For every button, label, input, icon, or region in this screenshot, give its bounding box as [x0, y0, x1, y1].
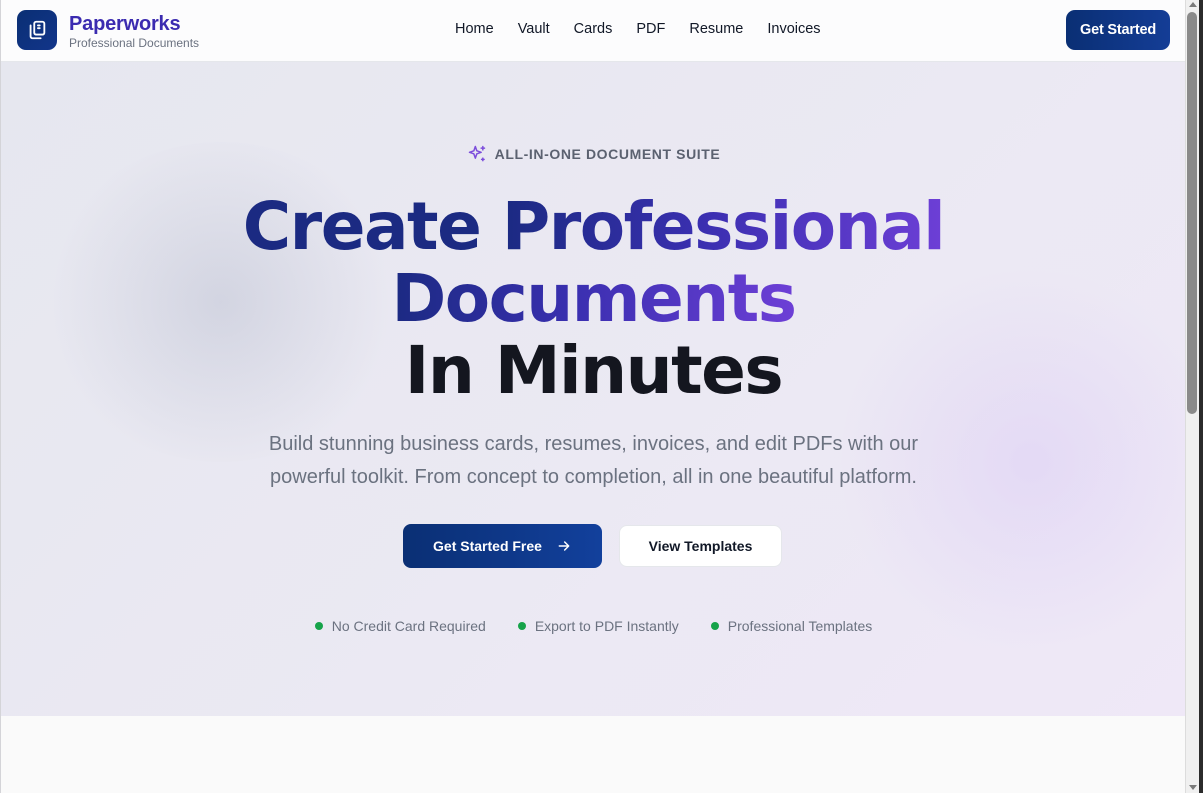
scroll-down-arrow-icon[interactable] [1189, 785, 1197, 790]
view-templates-button[interactable]: View Templates [619, 525, 782, 567]
documents-icon [29, 20, 46, 40]
hero-title-line2: Documents [1, 263, 1185, 335]
feature-list: No Credit Card Required Export to PDF In… [1, 618, 1185, 634]
logo-mark[interactable] [17, 10, 57, 50]
check-dot-icon [517, 622, 526, 630]
hero-subtitle-line2: powerful toolkit. From concept to comple… [270, 466, 917, 488]
hero-title-create: Create [242, 188, 502, 265]
nav-links: Home Vault Cards PDF Resume Invoices [455, 21, 845, 37]
feature-item: Export to PDF Instantly [517, 618, 679, 634]
nav-link-invoices[interactable]: Invoices [767, 21, 820, 37]
browser-viewport: Paperworks Professional Documents Home V… [0, 0, 1185, 793]
eyebrow-text: ALL-IN-ONE DOCUMENT SUITE [494, 146, 721, 162]
hero-title-line3: In Minutes [404, 332, 784, 409]
nav-link-pdf[interactable]: PDF [636, 21, 665, 37]
get-started-button[interactable]: Get Started [1066, 10, 1170, 50]
hero-subtitle-line1: Build stunning business cards, resumes, … [268, 433, 919, 455]
feature-item: No Credit Card Required [314, 618, 486, 634]
nav-link-vault[interactable]: Vault [518, 21, 550, 37]
feature-item: Professional Templates [710, 618, 873, 634]
check-dot-icon [710, 622, 719, 630]
nav-link-home[interactable]: Home [455, 21, 494, 37]
brand-name[interactable]: Paperworks [69, 13, 181, 36]
get-started-free-button[interactable]: Get Started Free [403, 524, 602, 568]
feature-label: Professional Templates [727, 618, 873, 634]
scrollbar-thumb[interactable] [1187, 12, 1197, 414]
hero-title-professional: Professional [501, 188, 946, 265]
top-navbar: Paperworks Professional Documents Home V… [1, 0, 1185, 62]
window-edge [1199, 0, 1203, 793]
hero-section: ALL-IN-ONE DOCUMENT SUITE Create Profess… [1, 62, 1185, 716]
get-started-free-label: Get Started Free [433, 538, 542, 554]
hero-eyebrow: ALL-IN-ONE DOCUMENT SUITE [1, 144, 1185, 164]
feature-label: Export to PDF Instantly [534, 618, 679, 634]
hero-title-line1: Create Professional [1, 191, 1185, 263]
scroll-up-arrow-icon[interactable] [1189, 2, 1197, 7]
arrow-right-icon [558, 541, 570, 551]
feature-label: No Credit Card Required [331, 618, 486, 634]
brand-tagline: Professional Documents [69, 36, 200, 50]
check-dot-icon [314, 622, 323, 630]
nav-link-cards[interactable]: Cards [574, 21, 613, 37]
nav-link-resume[interactable]: Resume [689, 21, 743, 37]
hero-title-documents: Documents [391, 260, 797, 337]
hero-subtitle: Build stunning business cards, resumes, … [1, 428, 1185, 494]
sparkles-icon [468, 145, 485, 162]
